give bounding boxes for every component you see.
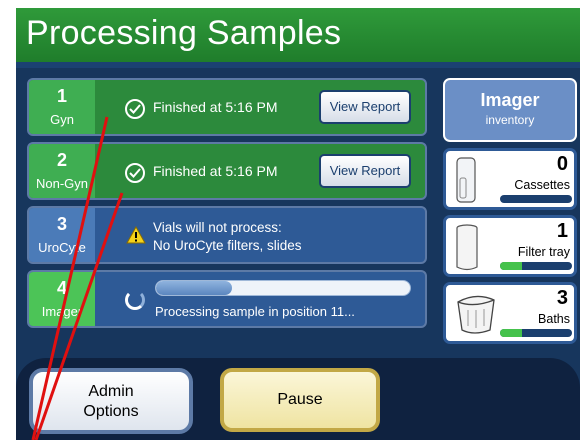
annotation-line bbox=[31, 116, 109, 440]
annotation-overlay bbox=[31, 116, 124, 440]
annotation-line bbox=[34, 192, 124, 440]
